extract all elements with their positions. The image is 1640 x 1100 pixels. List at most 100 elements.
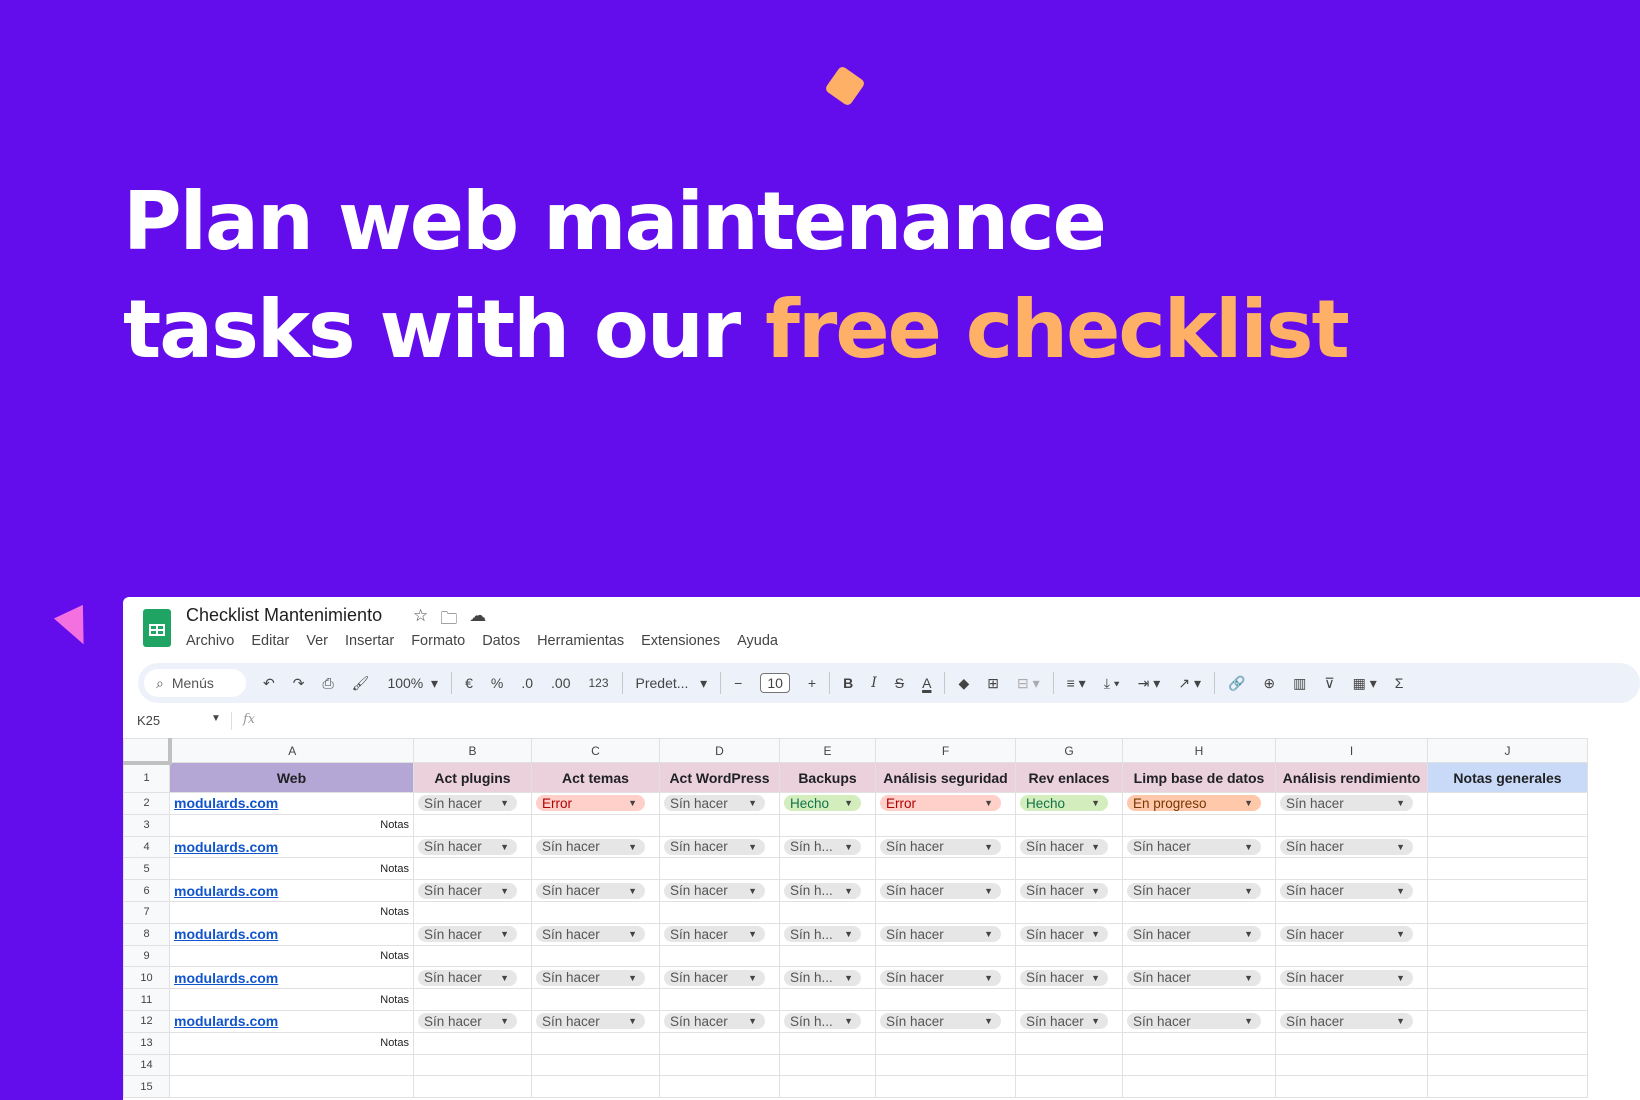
status-cell[interactable]: Error ▼ — [875, 792, 1016, 815]
empty-cell[interactable] — [1275, 857, 1428, 881]
empty-cell[interactable] — [169, 1053, 414, 1077]
empty-cell[interactable] — [875, 1075, 1016, 1099]
status-cell[interactable]: Sín h... ▼ — [779, 1009, 876, 1033]
empty-cell[interactable] — [413, 813, 532, 837]
empty-cell[interactable] — [875, 900, 1016, 924]
site-cell[interactable]: modulards.com — [169, 1009, 414, 1033]
star-icon[interactable]: ☆ — [413, 606, 428, 635]
status-cell[interactable]: Sín hacer ▼ — [1122, 1009, 1276, 1033]
cloud-status-icon[interactable]: ☁ — [469, 606, 486, 635]
status-cell[interactable]: Sín hacer ▼ — [875, 966, 1016, 990]
empty-cell[interactable] — [1275, 1031, 1428, 1055]
row-number[interactable]: 4 — [123, 835, 170, 859]
status-dropdown[interactable]: Sín hacer ▼ — [1127, 926, 1261, 943]
empty-cell[interactable] — [1015, 857, 1123, 881]
undo-icon[interactable]: ↶ — [254, 663, 284, 703]
status-cell[interactable]: Sín hacer ▼ — [413, 1009, 532, 1033]
empty-cell[interactable] — [659, 988, 780, 1011]
font-select[interactable]: Predet... ▾ — [627, 663, 717, 703]
status-dropdown[interactable]: Sín hacer ▼ — [880, 926, 1001, 943]
empty-cell[interactable] — [1015, 1075, 1123, 1099]
notes-cell[interactable] — [1427, 835, 1588, 859]
empty-cell[interactable] — [1015, 988, 1123, 1011]
print-icon[interactable]: ⎙ — [313, 663, 342, 703]
status-dropdown[interactable]: Error ▼ — [536, 795, 645, 812]
number-format-button[interactable]: 123 — [579, 663, 617, 703]
empty-cell[interactable] — [779, 1031, 876, 1055]
status-dropdown[interactable]: Sín hacer ▼ — [664, 1013, 765, 1030]
status-dropdown[interactable]: Sín hacer ▼ — [418, 926, 517, 943]
empty-cell[interactable] — [779, 988, 876, 1011]
empty-cell[interactable] — [1275, 1053, 1428, 1077]
status-dropdown[interactable]: Sín hacer ▼ — [418, 795, 517, 812]
empty-cell[interactable] — [659, 900, 780, 924]
empty-cell[interactable] — [531, 944, 660, 968]
font-size-decrease-icon[interactable]: − — [725, 663, 751, 703]
empty-cell[interactable] — [413, 944, 532, 968]
empty-cell[interactable] — [169, 1075, 414, 1099]
row-number[interactable]: 5 — [123, 857, 170, 881]
column-header-b[interactable]: B — [413, 738, 532, 763]
empty-cell[interactable] — [659, 1031, 780, 1055]
status-dropdown[interactable]: Sín hacer ▼ — [1020, 882, 1108, 899]
empty-cell[interactable] — [1275, 988, 1428, 1011]
font-size-field[interactable]: 10 — [751, 663, 799, 703]
column-header-g[interactable]: G — [1015, 738, 1123, 763]
empty-cell[interactable] — [1427, 988, 1588, 1011]
site-link[interactable]: modulards.com — [174, 926, 278, 942]
empty-cell[interactable] — [531, 1031, 660, 1055]
status-dropdown[interactable]: Sín hacer ▼ — [418, 1013, 517, 1030]
status-dropdown[interactable]: Sín hacer ▼ — [1020, 969, 1108, 986]
menu-search[interactable]: ⌕ Menús — [144, 669, 246, 697]
empty-cell[interactable] — [1122, 988, 1276, 1011]
percent-button[interactable]: % — [482, 663, 512, 703]
bold-button[interactable]: B — [834, 663, 862, 703]
text-wrap-icon[interactable]: ⇥ ▾ — [1129, 663, 1170, 703]
notes-cell[interactable] — [1427, 922, 1588, 946]
status-dropdown[interactable]: Sín hacer ▼ — [536, 926, 645, 943]
status-cell[interactable]: Sín hacer ▼ — [1015, 879, 1123, 902]
column-header-d[interactable]: D — [659, 738, 780, 763]
status-dropdown[interactable]: Sín hacer ▼ — [1280, 1013, 1413, 1030]
empty-cell[interactable] — [1427, 1075, 1588, 1099]
empty-cell[interactable] — [1275, 1075, 1428, 1099]
filter-views-icon[interactable]: ▦ ▾ — [1344, 663, 1386, 703]
empty-cell[interactable] — [1015, 944, 1123, 968]
menu-item-archivo[interactable]: Archivo — [186, 633, 234, 649]
empty-cell[interactable] — [1122, 857, 1276, 881]
status-cell[interactable]: Sín h... ▼ — [779, 922, 876, 946]
status-dropdown[interactable]: Hecho ▼ — [1020, 795, 1108, 812]
empty-cell[interactable] — [1427, 1031, 1588, 1055]
notes-label-cell[interactable]: Notas — [169, 1031, 414, 1055]
chevron-down-icon[interactable]: ▼ — [211, 713, 221, 724]
column-header-e[interactable]: E — [779, 738, 876, 763]
status-cell[interactable]: Sín hacer ▼ — [413, 792, 532, 815]
empty-cell[interactable] — [659, 857, 780, 881]
site-link[interactable]: modulards.com — [174, 883, 278, 899]
empty-cell[interactable] — [413, 988, 532, 1011]
status-cell[interactable]: Sín hacer ▼ — [1275, 922, 1428, 946]
horizontal-align-icon[interactable]: ≡ ▾ — [1058, 663, 1095, 703]
empty-cell[interactable] — [779, 1053, 876, 1077]
status-cell[interactable]: Sín hacer ▼ — [413, 879, 532, 902]
status-dropdown[interactable]: Sín h... ▼ — [784, 969, 861, 986]
status-cell[interactable]: Sín hacer ▼ — [413, 966, 532, 990]
row-number[interactable]: 14 — [123, 1053, 170, 1077]
notes-cell[interactable] — [1427, 792, 1588, 815]
status-cell[interactable]: Sín hacer ▼ — [875, 879, 1016, 902]
insert-link-icon[interactable]: 🔗 — [1219, 663, 1254, 703]
borders-icon[interactable]: ⊞ — [978, 663, 1008, 703]
status-dropdown[interactable]: Sín hacer ▼ — [1280, 882, 1413, 899]
notes-label-cell[interactable]: Notas — [169, 988, 414, 1011]
status-cell[interactable]: Sín hacer ▼ — [531, 922, 660, 946]
status-cell[interactable]: Sín hacer ▼ — [659, 835, 780, 859]
header-cell[interactable]: Act WordPress — [659, 762, 780, 793]
menu-item-extensiones[interactable]: Extensiones — [641, 633, 720, 649]
status-dropdown[interactable]: Sín hacer ▼ — [536, 882, 645, 899]
empty-cell[interactable] — [1122, 944, 1276, 968]
status-cell[interactable]: Sín hacer ▼ — [1122, 879, 1276, 902]
status-dropdown[interactable]: Sín hacer ▼ — [880, 969, 1001, 986]
status-dropdown[interactable]: Sín h... ▼ — [784, 926, 861, 943]
notes-label-cell[interactable]: Notas — [169, 900, 414, 924]
status-dropdown[interactable]: Sín hacer ▼ — [1280, 969, 1413, 986]
